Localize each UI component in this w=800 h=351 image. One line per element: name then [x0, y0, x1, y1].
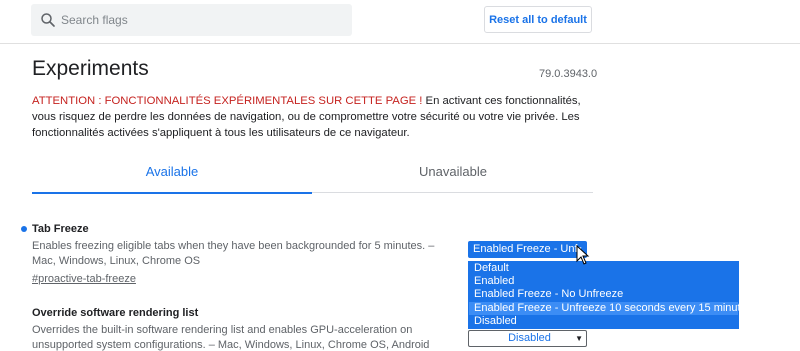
flag-select-override-software-rendering[interactable]: Disabled ▼: [468, 330, 587, 347]
select-value: Enabled Freeze - Unf: [473, 243, 578, 255]
page-title: Experiments: [32, 57, 149, 80]
flag-description: Enables freezing eligible tabs when they…: [32, 240, 435, 267]
dropdown-option[interactable]: Default: [469, 262, 738, 275]
flag-title: Override software rendering list: [32, 307, 199, 319]
flag-link[interactable]: #proactive-tab-freeze: [32, 273, 136, 285]
search-icon: [41, 13, 55, 27]
select-value: Disabled: [508, 332, 551, 344]
flag-description: Overrides the built-in software renderin…: [32, 324, 430, 351]
flag-override-software-rendering: Override software rendering list Overrid…: [32, 307, 452, 351]
header: Reset all to default: [0, 0, 800, 44]
modified-indicator: [21, 226, 27, 232]
reset-all-button[interactable]: Reset all to default: [484, 6, 592, 33]
tab-bar: Available Unavailable: [32, 155, 593, 194]
tab-available[interactable]: Available: [32, 155, 312, 194]
dropdown-option-hovered[interactable]: Enabled Freeze - Unfreeze 10 seconds eve…: [469, 301, 752, 315]
flag-tab-freeze: Tab Freeze Enables freezing eligible tab…: [21, 223, 452, 287]
mouse-cursor-icon: [576, 245, 590, 265]
dropdown-option[interactable]: Enabled Freeze - No Unfreeze: [469, 288, 738, 301]
dropdown-menu: Default Enabled Enabled Freeze - No Unfr…: [468, 261, 752, 329]
warning-text: ATTENTION : FONCTIONNALITÉS EXPÉRIMENTAL…: [32, 93, 592, 141]
search-box[interactable]: [31, 4, 352, 36]
dropdown-option[interactable]: Disabled: [469, 315, 738, 328]
warning-strong: ATTENTION : FONCTIONNALITÉS EXPÉRIMENTAL…: [32, 95, 423, 107]
dropdown-option[interactable]: Enabled: [469, 275, 738, 288]
flag-select-tab-freeze[interactable]: Enabled Freeze - Unf ▼: [468, 241, 587, 258]
dropdown-arrow-icon: ▼: [575, 334, 583, 343]
version-label: 79.0.3943.0: [539, 68, 598, 80]
search-input[interactable]: [61, 4, 346, 36]
flag-title: Tab Freeze: [32, 223, 89, 235]
tab-unavailable[interactable]: Unavailable: [313, 155, 593, 193]
